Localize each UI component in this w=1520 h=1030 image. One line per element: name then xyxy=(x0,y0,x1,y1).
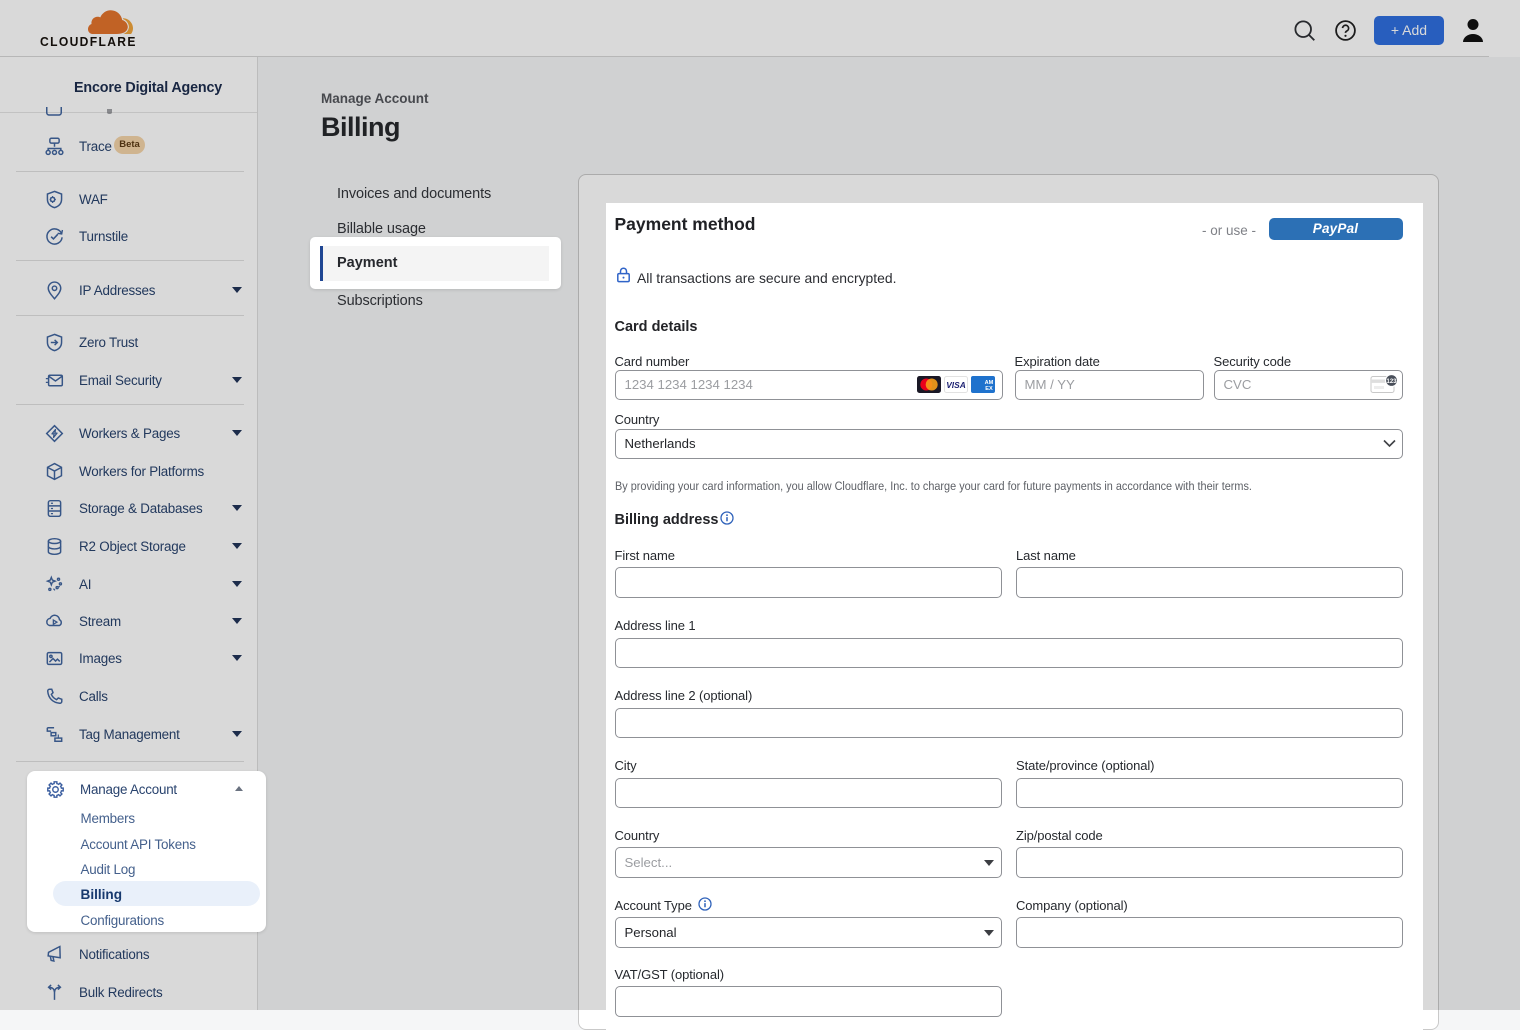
svg-text:123: 123 xyxy=(1386,379,1397,385)
svg-text:VISA: VISA xyxy=(946,380,966,390)
svg-text:EX: EX xyxy=(985,386,993,392)
